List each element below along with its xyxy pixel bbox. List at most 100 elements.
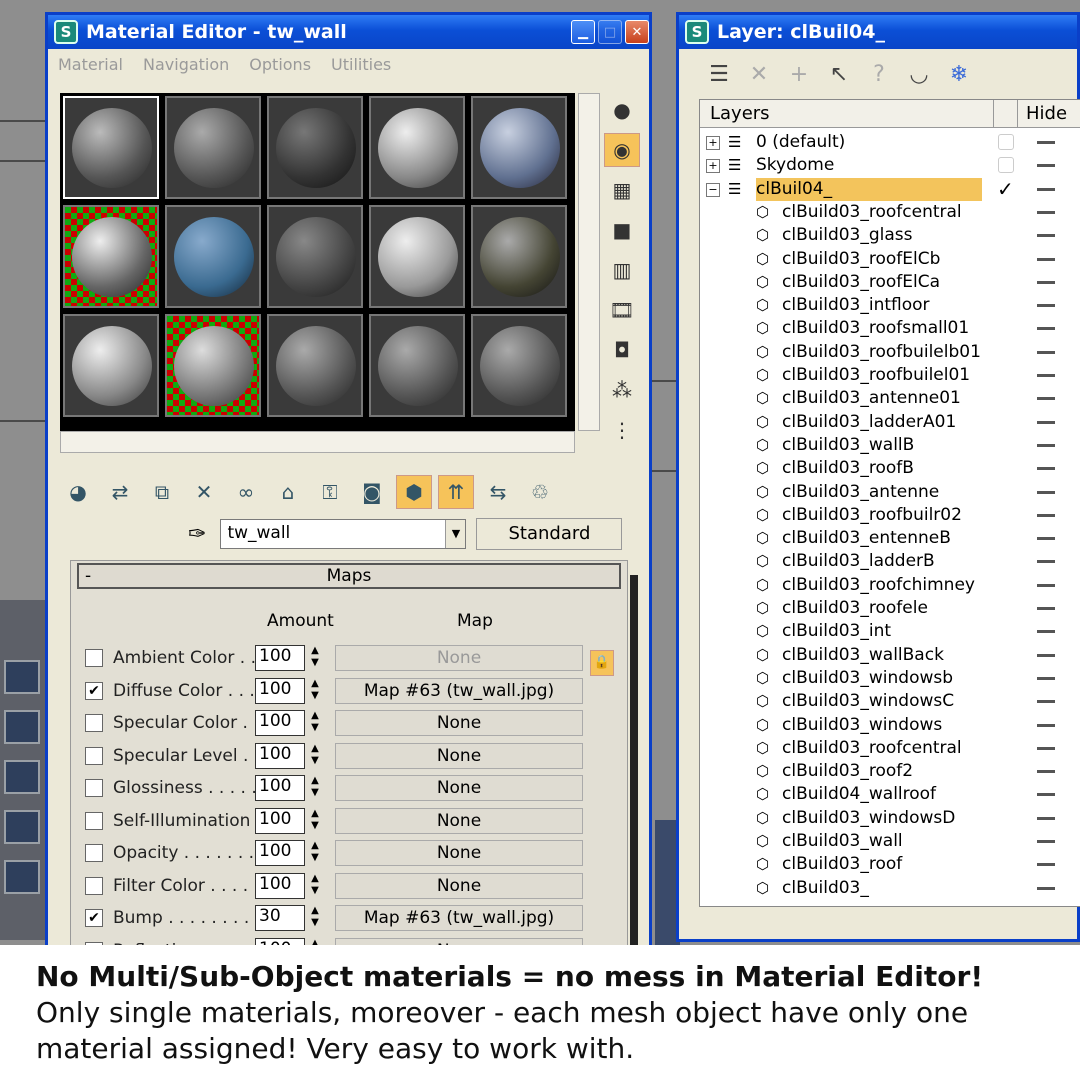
hide-toggle[interactable] xyxy=(1037,630,1055,634)
material-slot[interactable] xyxy=(165,96,261,199)
material-slot[interactable] xyxy=(369,314,465,417)
hide-toggle[interactable] xyxy=(1037,513,1055,517)
hide-toggle[interactable] xyxy=(1037,374,1055,377)
hide-toggle[interactable] xyxy=(1037,537,1055,541)
put-to-scene-icon[interactable]: ⇄ xyxy=(102,475,138,509)
map-slot-button[interactable]: None xyxy=(335,807,583,834)
hide-toggle[interactable] xyxy=(1037,397,1055,401)
layer-object-row[interactable]: ⬡ clBuild03_antenne01 xyxy=(700,387,1080,410)
map-enable-checkbox[interactable] xyxy=(85,746,103,765)
layer-object-row[interactable]: ⬡ clBuild03_windows xyxy=(700,714,1080,737)
map-slot-button[interactable]: None xyxy=(335,645,583,671)
expand-toggle-icon[interactable]: − xyxy=(706,182,720,197)
slots-vertical-scrollbar[interactable] xyxy=(578,93,600,431)
map-amount-field[interactable]: 100 xyxy=(255,742,305,769)
layer-row[interactable]: − ☰ clBuil04_ ✓ xyxy=(700,177,1080,201)
hide-toggle[interactable] xyxy=(1037,234,1055,238)
hide-toggle[interactable] xyxy=(1037,187,1055,191)
hide-toggle[interactable] xyxy=(1037,746,1055,750)
current-layer-checkbox[interactable] xyxy=(998,157,1014,174)
layer-object-row[interactable]: ⬡ clBuild03_windowsD xyxy=(700,807,1080,830)
background-checker-icon[interactable]: ▦ xyxy=(604,173,640,207)
layer-object-row[interactable]: ⬡ clBuild03_glass xyxy=(700,224,1080,247)
material-slot[interactable] xyxy=(471,314,567,417)
map-slot-button[interactable]: Map #63 (tw_wall.jpg) xyxy=(335,905,583,931)
map-amount-field[interactable]: 100 xyxy=(255,677,305,704)
hide-toggle[interactable] xyxy=(1037,443,1055,447)
map-slot-button[interactable]: None xyxy=(335,742,583,769)
hide-toggle[interactable] xyxy=(1037,583,1055,587)
make-unique-icon[interactable]: ∞ xyxy=(228,475,264,509)
menu-navigation[interactable]: Navigation xyxy=(143,55,229,74)
hide-toggle[interactable] xyxy=(1037,420,1055,424)
amount-spinner[interactable]: ▲▼ xyxy=(307,743,323,769)
layer-object-row[interactable]: ⬡ clBuild03_windowsb xyxy=(700,667,1080,690)
layer-object-row[interactable]: ⬡ clBuild03_roofbuilr02 xyxy=(700,504,1080,527)
hide-toggle[interactable] xyxy=(1037,560,1055,564)
material-navigator-icon[interactable]: ⋮ xyxy=(604,413,640,447)
material-slot[interactable] xyxy=(267,314,363,417)
hide-toggle[interactable] xyxy=(1037,164,1055,168)
help-icon[interactable]: ? xyxy=(859,62,899,87)
rollout-scrollbar[interactable] xyxy=(630,575,638,955)
hide-toggle[interactable] xyxy=(1037,280,1055,284)
hide-toggle[interactable] xyxy=(1037,770,1055,774)
video-color-check-icon[interactable]: ▥ xyxy=(604,253,640,287)
hide-toggle[interactable] xyxy=(1037,816,1055,820)
layer-object-row[interactable]: ⬡ clBuild03_roofchimney xyxy=(700,574,1080,597)
layer-object-row[interactable]: ⬡ clBuild03_roofbuilel01 xyxy=(700,364,1080,387)
layer-object-row[interactable]: ⬡ clBuild03_roofbuilelb01 xyxy=(700,341,1080,364)
menu-material[interactable]: Material xyxy=(58,55,123,74)
close-button[interactable]: ✕ xyxy=(625,20,649,44)
minimize-button[interactable]: ▁ xyxy=(571,20,595,44)
hide-toggle[interactable] xyxy=(1037,607,1055,610)
map-enable-checkbox[interactable] xyxy=(85,714,103,732)
amount-spinner[interactable]: ▲▼ xyxy=(307,808,323,834)
hide-all-icon[interactable]: ◡ xyxy=(899,62,939,87)
map-enable-checkbox[interactable]: ✔ xyxy=(85,909,103,927)
hide-toggle[interactable] xyxy=(1037,350,1055,354)
hide-toggle[interactable] xyxy=(1037,863,1055,867)
map-amount-field[interactable]: 100 xyxy=(255,807,305,834)
put-to-library-icon[interactable]: ⌂ xyxy=(270,475,306,509)
layer-object-row[interactable]: ⬡ clBuild03_windowsC xyxy=(700,690,1080,713)
menu-utilities[interactable]: Utilities xyxy=(331,55,391,74)
map-slot-button[interactable]: None xyxy=(335,840,583,866)
material-id-channel-icon[interactable]: ⚿ xyxy=(312,475,348,509)
material-slot[interactable] xyxy=(471,96,567,199)
hide-toggle[interactable] xyxy=(1037,467,1055,471)
map-enable-checkbox[interactable]: ✔ xyxy=(85,681,103,700)
layer-object-row[interactable]: ⬡ clBuild03_wall xyxy=(700,830,1080,853)
hide-toggle[interactable] xyxy=(1037,490,1055,494)
layer-object-row[interactable]: ⬡ clBuild03_antenne xyxy=(700,481,1080,504)
amount-spinner[interactable]: ▲▼ xyxy=(307,645,323,671)
hide-toggle[interactable] xyxy=(1037,676,1055,680)
map-slot-button[interactable]: None xyxy=(335,775,583,801)
select-by-material-icon[interactable]: ⁂ xyxy=(604,373,640,407)
chevron-down-icon[interactable]: ▼ xyxy=(445,520,466,548)
map-amount-field[interactable]: 100 xyxy=(255,710,305,736)
material-slot[interactable] xyxy=(369,205,465,308)
layers-column-header[interactable]: Layers xyxy=(700,100,994,127)
material-slot[interactable] xyxy=(165,314,261,417)
menu-options[interactable]: Options xyxy=(249,55,311,74)
hide-column-header[interactable]: Hide xyxy=(1018,100,1078,127)
amount-spinner[interactable]: ▲▼ xyxy=(307,775,323,801)
map-slot-button[interactable]: None xyxy=(335,872,583,899)
material-slot[interactable] xyxy=(471,205,567,308)
layer-object-row[interactable]: ⬡ clBuild03_roofele xyxy=(700,597,1080,620)
layer-object-row[interactable]: ⬡ clBuild03_roofElCa xyxy=(700,271,1080,294)
get-material-icon[interactable]: ◕ xyxy=(60,475,96,509)
layer-object-row[interactable]: ⬡ clBuild03_ladderA01 xyxy=(700,411,1080,434)
layer-row[interactable]: + ☰ 0 (default) xyxy=(700,131,1080,154)
select-objects-icon[interactable]: ↖ xyxy=(819,62,859,87)
options-icon[interactable]: ◘ xyxy=(604,333,640,367)
material-slot[interactable] xyxy=(267,205,363,308)
layer-object-row[interactable]: ⬡ clBuild03_intfloor xyxy=(700,294,1080,317)
material-slot[interactable] xyxy=(63,314,159,417)
layer-object-row[interactable]: ⬡ clBuild03_entenneB xyxy=(700,527,1080,550)
layer-object-row[interactable]: ⬡ clBuild03_roofcentral xyxy=(700,201,1080,224)
map-enable-checkbox[interactable] xyxy=(85,844,103,862)
freeze-all-icon[interactable]: ❄ xyxy=(939,62,979,87)
amount-spinner[interactable]: ▲▼ xyxy=(307,678,323,704)
